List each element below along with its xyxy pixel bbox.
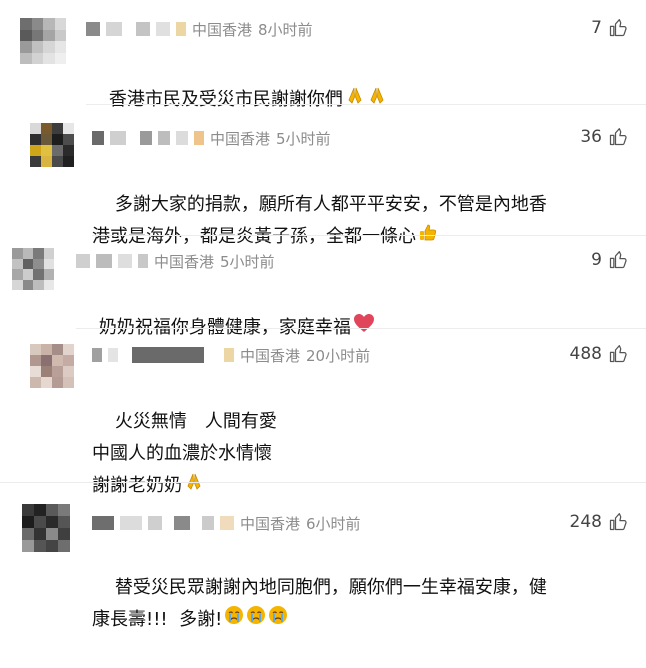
comment-meta: 中国香港 5小时前 xyxy=(76,250,275,272)
comment-location: 中国香港 xyxy=(210,129,271,148)
comment-item: 中国香港 6小时前 248 替受災民眾謝謝內地同胞們，願你們一生幸福安康，健 康… xyxy=(0,484,646,630)
comment-time: 20小时前 xyxy=(306,346,371,365)
blurred-username[interactable] xyxy=(86,22,100,36)
thumbs-up-outline-icon xyxy=(609,251,627,269)
comment-meta: 中国香港 20小时前 xyxy=(92,344,370,366)
thumbs-up-outline-icon xyxy=(609,128,627,146)
thumbs-up-outline-icon xyxy=(609,19,627,37)
blurred-username[interactable] xyxy=(92,131,104,145)
comment-time: 5小时前 xyxy=(220,252,275,271)
comment-meta: 中国香港 5小时前 xyxy=(92,127,331,149)
comment-item: 中国香港 5小时前 36 多謝大家的捐款，願所有人都平平安安，不管是內地香 港或… xyxy=(0,105,646,247)
thumbs-up-outline-icon xyxy=(609,513,627,531)
like-count: 488 xyxy=(569,344,602,364)
like-count: 248 xyxy=(569,512,602,532)
comment-item: 中国香港 8小时前 7 香港市民及受災市民謝謝你們 xyxy=(0,0,646,110)
comment-time: 8小时前 xyxy=(258,20,313,39)
avatar[interactable] xyxy=(30,344,74,388)
thumbs-up-outline-icon xyxy=(609,345,627,363)
like-count: 36 xyxy=(580,127,602,147)
avatar[interactable] xyxy=(30,123,74,167)
comment-item: 中国香港 5小时前 9 奶奶祝福你身體健康，家庭幸福 xyxy=(0,236,646,338)
comment-text: 替受災民眾謝謝內地同胞們，願你們一生幸福安康，健 康長壽!!! 多謝! xyxy=(92,540,632,668)
comment-item: 中国香港 20小时前 488 火災無情 人間有愛 中國人的血濃於水情懷 謝謝老奶… xyxy=(0,330,646,496)
blurred-username[interactable] xyxy=(92,516,114,530)
comment-location: 中国香港 xyxy=(240,346,301,365)
divider xyxy=(0,482,646,483)
like-button[interactable]: 248 xyxy=(570,512,628,532)
blurred-username[interactable] xyxy=(92,348,102,362)
like-button[interactable]: 7 xyxy=(591,18,628,38)
avatar[interactable] xyxy=(22,504,70,552)
like-button[interactable]: 488 xyxy=(570,344,628,364)
crying-face-emoji xyxy=(268,604,288,636)
like-count: 9 xyxy=(591,250,602,270)
like-button[interactable]: 9 xyxy=(591,250,628,270)
comment-meta: 中国香港 6小时前 xyxy=(92,512,361,534)
divider xyxy=(76,328,646,329)
comment-location: 中国香港 xyxy=(154,252,215,271)
like-button[interactable]: 36 xyxy=(580,127,628,147)
comment-time: 6小时前 xyxy=(306,514,361,533)
avatar[interactable] xyxy=(20,18,66,64)
avatar[interactable] xyxy=(12,248,54,290)
blurred-username[interactable] xyxy=(76,254,90,268)
comment-time: 5小时前 xyxy=(276,129,331,148)
comment-meta: 中国香港 8小时前 xyxy=(86,18,313,40)
comment-location: 中国香港 xyxy=(240,514,301,533)
crying-face-emoji xyxy=(246,604,266,636)
like-count: 7 xyxy=(591,18,602,38)
comment-location: 中国香港 xyxy=(192,20,253,39)
crying-face-emoji xyxy=(224,604,244,636)
